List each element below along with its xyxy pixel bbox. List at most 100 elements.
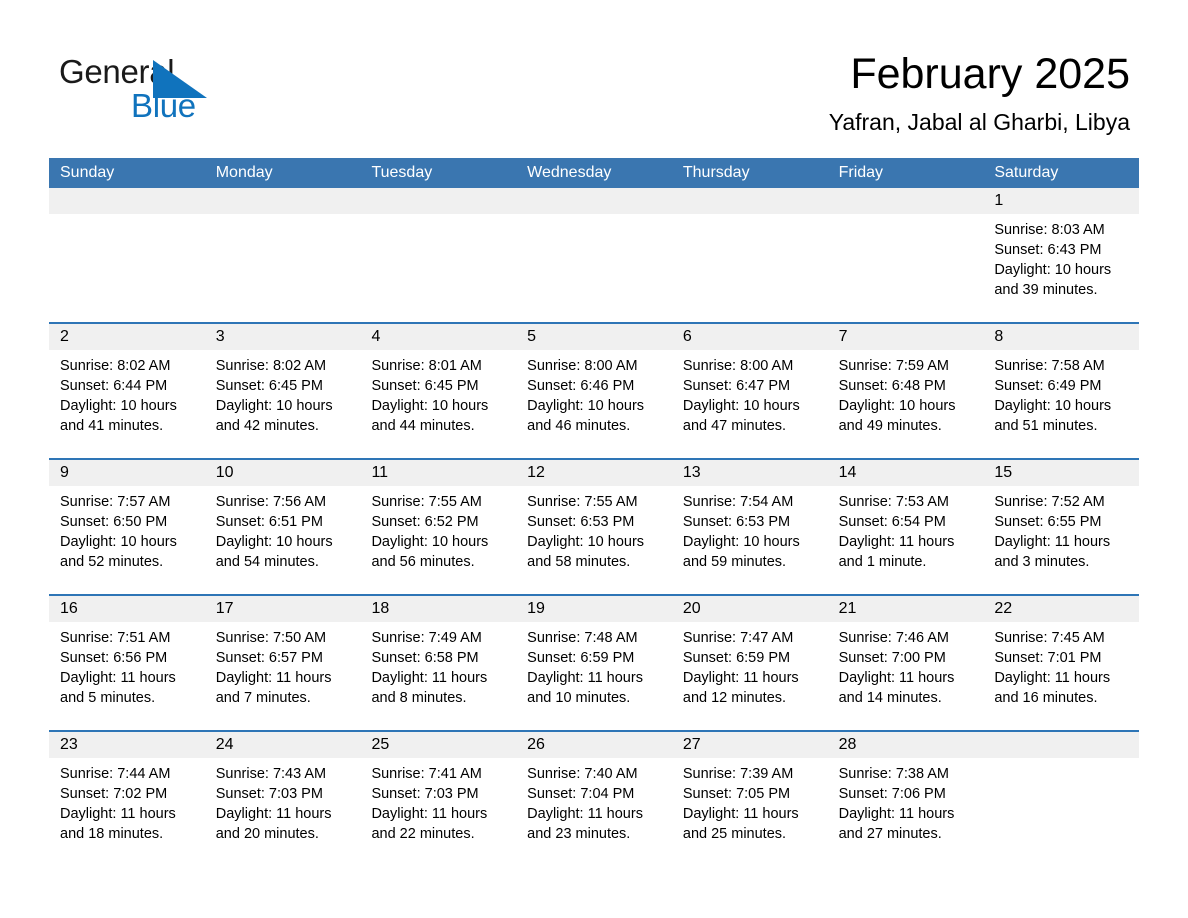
daylight-text-line1: Daylight: 10 hours xyxy=(838,398,956,414)
daylight-text-line2: and 16 minutes. xyxy=(994,690,1098,706)
daylight-text-line1: Daylight: 11 hours xyxy=(994,534,1111,550)
day-cell[interactable] xyxy=(983,732,1140,854)
sunset-text: Sunset: 6:49 PM xyxy=(994,378,1102,394)
day-cell[interactable]: 2 Sunrise: 8:02 AM Sunset: 6:44 PM Dayli… xyxy=(49,324,205,446)
daylight-text-line2: and 1 minute. xyxy=(838,554,927,570)
day-cell[interactable] xyxy=(49,188,205,310)
daylight-text-line1: Daylight: 11 hours xyxy=(994,670,1111,686)
day-number: 6 xyxy=(671,324,828,350)
sunrise-text: Sunrise: 7:49 AM xyxy=(371,630,482,646)
brand-logo[interactable]: General Blue xyxy=(59,52,319,124)
day-info: Sunrise: 8:00 AM Sunset: 6:47 PM Dayligh… xyxy=(672,350,828,436)
sunrise-text: Sunrise: 8:00 AM xyxy=(527,358,638,374)
day-cell[interactable]: 10 Sunrise: 7:56 AM Sunset: 6:51 PM Dayl… xyxy=(204,460,361,582)
sunrise-text: Sunrise: 7:45 AM xyxy=(994,630,1105,646)
day-info: Sunrise: 7:45 AM Sunset: 7:01 PM Dayligh… xyxy=(983,622,1139,708)
daylight-text-line1: Daylight: 10 hours xyxy=(371,534,489,550)
day-cell[interactable]: 3 Sunrise: 8:02 AM Sunset: 6:45 PM Dayli… xyxy=(204,324,361,446)
daylight-text-line1: Daylight: 11 hours xyxy=(215,806,332,822)
daylight-text-line1: Daylight: 11 hours xyxy=(838,806,955,822)
day-info: Sunrise: 7:59 AM Sunset: 6:48 PM Dayligh… xyxy=(828,350,984,436)
sunset-text: Sunset: 7:05 PM xyxy=(682,786,791,802)
day-info: Sunrise: 7:38 AM Sunset: 7:06 PM Dayligh… xyxy=(828,758,984,844)
day-number: 11 xyxy=(360,460,517,486)
day-cell[interactable]: 7 Sunrise: 7:59 AM Sunset: 6:48 PM Dayli… xyxy=(827,324,984,446)
day-cell[interactable]: 4 Sunrise: 8:01 AM Sunset: 6:45 PM Dayli… xyxy=(360,324,517,446)
day-cell[interactable]: 12 Sunrise: 7:55 AM Sunset: 6:53 PM Dayl… xyxy=(516,460,672,582)
day-number: 26 xyxy=(516,732,672,758)
day-cell[interactable]: 20 Sunrise: 7:47 AM Sunset: 6:59 PM Dayl… xyxy=(671,596,828,718)
day-cell[interactable]: 24 Sunrise: 7:43 AM Sunset: 7:03 PM Dayl… xyxy=(204,732,361,854)
day-number: 3 xyxy=(204,324,361,350)
daylight-text-line2: and 14 minutes. xyxy=(838,690,942,706)
day-cell[interactable]: 8 Sunrise: 7:58 AM Sunset: 6:49 PM Dayli… xyxy=(983,324,1140,446)
day-cell[interactable] xyxy=(671,188,828,310)
day-info: Sunrise: 7:56 AM Sunset: 6:51 PM Dayligh… xyxy=(205,486,361,572)
day-cell[interactable]: 21 Sunrise: 7:46 AM Sunset: 7:00 PM Dayl… xyxy=(827,596,984,718)
day-cell[interactable]: 16 Sunrise: 7:51 AM Sunset: 6:56 PM Dayl… xyxy=(49,596,205,718)
day-number: 22 xyxy=(983,596,1140,622)
daylight-text-line1: Daylight: 11 hours xyxy=(371,670,488,686)
sunset-text: Sunset: 7:03 PM xyxy=(371,786,479,802)
sunrise-text: Sunrise: 7:54 AM xyxy=(682,494,794,510)
day-cell[interactable]: 5 Sunrise: 8:00 AM Sunset: 6:46 PM Dayli… xyxy=(516,324,672,446)
day-cell[interactable]: 1 Sunrise: 8:03 AM Sunset: 6:43 PM Dayli… xyxy=(983,188,1140,310)
sunset-text: Sunset: 6:54 PM xyxy=(838,514,946,530)
daylight-text-line2: and 52 minutes. xyxy=(60,554,164,570)
day-number: 14 xyxy=(827,460,984,486)
daylight-text-line2: and 5 minutes. xyxy=(60,690,156,706)
day-cell[interactable]: 11 Sunrise: 7:55 AM Sunset: 6:52 PM Dayl… xyxy=(360,460,517,582)
day-cell[interactable]: 18 Sunrise: 7:49 AM Sunset: 6:58 PM Dayl… xyxy=(360,596,517,718)
day-cell[interactable]: 28 Sunrise: 7:38 AM Sunset: 7:06 PM Dayl… xyxy=(827,732,984,854)
sunrise-text: Sunrise: 8:03 AM xyxy=(994,222,1105,238)
sunrise-text: Sunrise: 7:48 AM xyxy=(527,630,638,646)
day-cell[interactable]: 15 Sunrise: 7:52 AM Sunset: 6:55 PM Dayl… xyxy=(983,460,1140,582)
daylight-text-line2: and 47 minutes. xyxy=(682,418,787,434)
sunrise-text: Sunrise: 7:43 AM xyxy=(215,766,327,782)
sunrise-text: Sunrise: 7:44 AM xyxy=(60,766,171,782)
day-cell[interactable]: 17 Sunrise: 7:50 AM Sunset: 6:57 PM Dayl… xyxy=(204,596,361,718)
sunrise-text: Sunrise: 8:01 AM xyxy=(371,358,482,374)
day-number: 1 xyxy=(983,188,1140,214)
day-cell[interactable]: 26 Sunrise: 7:40 AM Sunset: 7:04 PM Dayl… xyxy=(516,732,672,854)
day-number: 10 xyxy=(204,460,361,486)
weekday-header-wednesday: Wednesday xyxy=(527,164,612,181)
brand-name-blue: Blue xyxy=(131,87,196,124)
day-cell[interactable]: 9 Sunrise: 7:57 AM Sunset: 6:50 PM Dayli… xyxy=(49,460,205,582)
day-cell[interactable] xyxy=(827,188,984,310)
day-cell[interactable] xyxy=(516,188,672,310)
week-spacer xyxy=(49,446,1139,458)
page-subtitle: Yafran, Jabal al Gharbi, Libya xyxy=(828,109,1130,135)
week-spacer xyxy=(49,718,1139,730)
sunset-text: Sunset: 6:45 PM xyxy=(371,378,479,394)
day-cell[interactable]: 22 Sunrise: 7:45 AM Sunset: 7:01 PM Dayl… xyxy=(983,596,1140,718)
day-cell[interactable]: 6 Sunrise: 8:00 AM Sunset: 6:47 PM Dayli… xyxy=(671,324,828,446)
day-info: Sunrise: 7:46 AM Sunset: 7:00 PM Dayligh… xyxy=(828,622,984,708)
day-cell[interactable]: 27 Sunrise: 7:39 AM Sunset: 7:05 PM Dayl… xyxy=(671,732,828,854)
day-cell[interactable]: 23 Sunrise: 7:44 AM Sunset: 7:02 PM Dayl… xyxy=(49,732,205,854)
day-number: 18 xyxy=(360,596,517,622)
day-info: Sunrise: 7:43 AM Sunset: 7:03 PM Dayligh… xyxy=(205,758,361,844)
day-number xyxy=(204,188,361,214)
daylight-text-line2: and 27 minutes. xyxy=(838,826,942,842)
daylight-text-line1: Daylight: 10 hours xyxy=(682,398,800,414)
sunrise-text: Sunrise: 7:52 AM xyxy=(994,494,1105,510)
daylight-text-line1: Daylight: 11 hours xyxy=(60,806,176,822)
sunset-text: Sunset: 6:56 PM xyxy=(60,650,168,666)
day-cell[interactable]: 25 Sunrise: 7:41 AM Sunset: 7:03 PM Dayl… xyxy=(360,732,517,854)
calendar-page: General Blue February 2025 Yafran, Jabal… xyxy=(0,0,1188,918)
day-info: Sunrise: 7:41 AM Sunset: 7:03 PM Dayligh… xyxy=(360,758,516,844)
day-cell[interactable] xyxy=(360,188,517,310)
day-cell[interactable]: 14 Sunrise: 7:53 AM Sunset: 6:54 PM Dayl… xyxy=(827,460,984,582)
day-cell[interactable]: 19 Sunrise: 7:48 AM Sunset: 6:59 PM Dayl… xyxy=(516,596,672,718)
day-number: 27 xyxy=(671,732,828,758)
week-row: 16 Sunrise: 7:51 AM Sunset: 6:56 PM Dayl… xyxy=(49,594,1140,718)
day-info: Sunrise: 7:47 AM Sunset: 6:59 PM Dayligh… xyxy=(672,622,828,708)
day-cell[interactable] xyxy=(204,188,361,310)
daylight-text-line2: and 18 minutes. xyxy=(60,826,164,842)
day-number: 21 xyxy=(827,596,984,622)
day-number: 19 xyxy=(516,596,672,622)
daylight-text-line2: and 46 minutes. xyxy=(527,418,631,434)
day-cell[interactable]: 13 Sunrise: 7:54 AM Sunset: 6:53 PM Dayl… xyxy=(671,460,828,582)
sunset-text: Sunset: 6:52 PM xyxy=(371,514,479,530)
